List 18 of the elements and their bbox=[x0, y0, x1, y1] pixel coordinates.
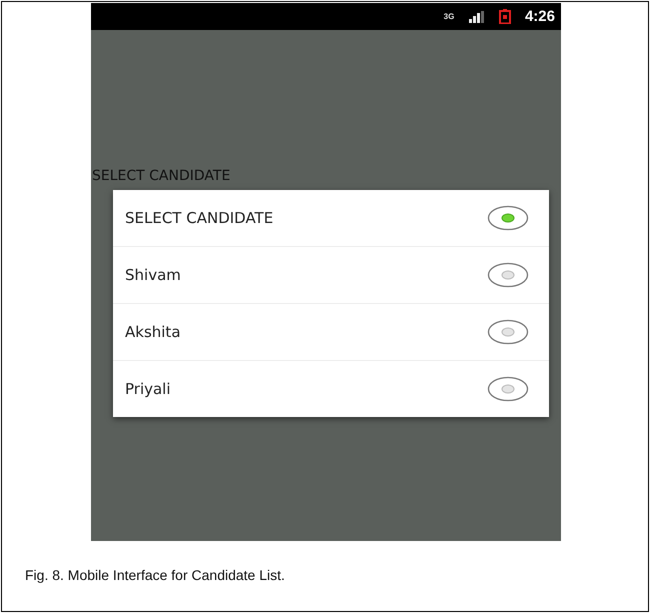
network-type: 3G bbox=[442, 12, 455, 20]
option-label: Priyali bbox=[125, 380, 171, 398]
option-row[interactable]: Akshita bbox=[113, 303, 549, 360]
option-label: SELECT CANDIDATE bbox=[125, 209, 274, 227]
figure-caption: Fig. 8. Mobile Interface for Candidate List. bbox=[25, 567, 286, 583]
radio-button[interactable] bbox=[487, 319, 529, 345]
option-label: Akshita bbox=[125, 323, 181, 341]
option-row[interactable]: SELECT CANDIDATE bbox=[113, 190, 549, 246]
option-label: Shivam bbox=[125, 266, 181, 284]
battery-icon bbox=[498, 9, 511, 24]
radio-button[interactable] bbox=[487, 262, 529, 288]
option-row[interactable]: Priyali bbox=[113, 360, 549, 417]
radio-button[interactable] bbox=[487, 205, 529, 231]
radio-button[interactable] bbox=[487, 376, 529, 402]
signal-icon bbox=[468, 10, 485, 22]
clock: 4:26 bbox=[524, 8, 555, 25]
option-row[interactable]: Shivam bbox=[113, 246, 549, 303]
spinner-label: SELECT CANDIDATE bbox=[91, 168, 232, 184]
